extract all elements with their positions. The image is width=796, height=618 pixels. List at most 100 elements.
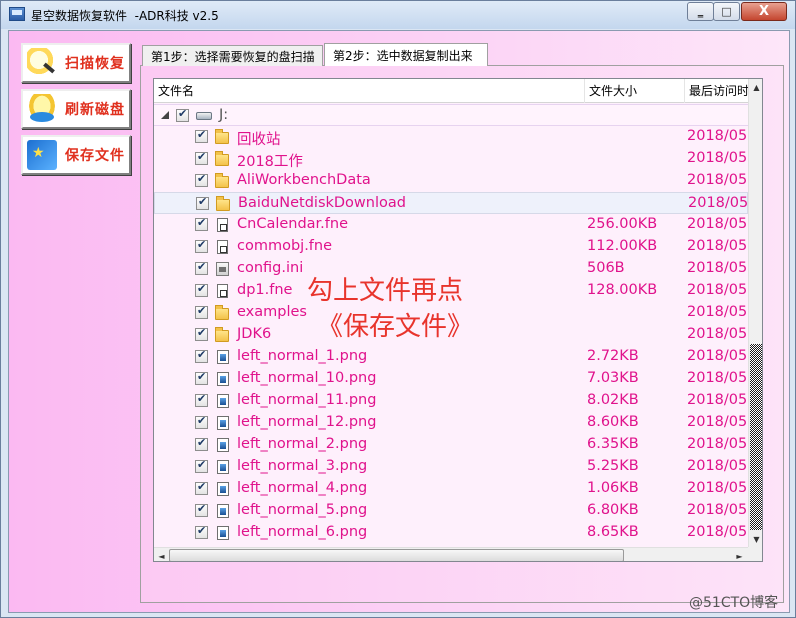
file-name: left_normal_6.png (237, 524, 368, 540)
annotation-line-2: 《保存文件》 (317, 312, 474, 342)
file-time: 2018/05 (687, 282, 748, 298)
file-row[interactable]: left_normal_12.png 8.60KB 2018/05 (154, 412, 748, 434)
file-size: 2.72KB (587, 348, 639, 364)
file-size: 8.60KB (587, 414, 639, 430)
file-name: left_normal_4.png (237, 480, 368, 496)
file-name: 2018工作 (237, 154, 303, 170)
row-checkbox[interactable] (196, 195, 209, 210)
title-bar[interactable]: 星空数据恢复软件 -ADR科技 v2.5 ‗ □ X (1, 1, 795, 29)
save-file-icon (27, 140, 57, 170)
file-time: 2018/05 (687, 524, 748, 540)
file-time: 2018/05 (687, 502, 748, 518)
file-name: left_normal_10.png (237, 370, 377, 386)
close-button[interactable]: X (741, 2, 787, 21)
file-size: 128.00KB (587, 282, 658, 298)
file-row[interactable]: left_normal_11.png 8.02KB 2018/05 (154, 390, 748, 412)
row-checkbox[interactable] (195, 282, 208, 297)
row-checkbox[interactable] (195, 238, 208, 253)
drive-checkbox[interactable] (176, 107, 189, 122)
image-file-icon (217, 350, 229, 364)
drive-row[interactable]: J: (154, 104, 748, 126)
file-time: 2018/05 (688, 195, 749, 211)
collapse-arrow-icon[interactable] (161, 111, 169, 119)
column-header-name[interactable]: 文件名 (154, 79, 584, 103)
horizontal-scrollbar[interactable]: ◄ ► (154, 547, 748, 561)
image-file-icon (217, 416, 229, 430)
file-row[interactable]: BaiduNetdiskDownload 2018/05 (154, 192, 748, 214)
file-row[interactable]: AliWorkbenchData 2018/05 (154, 170, 748, 192)
file-row[interactable]: left_normal_5.png 6.80KB 2018/05 (154, 500, 748, 522)
file-time: 2018/05 (687, 348, 748, 364)
horizontal-scroll-thumb[interactable] (169, 549, 624, 561)
file-time: 2018/05 (687, 238, 748, 254)
file-time: 2018/05 (687, 370, 748, 386)
row-checkbox[interactable] (195, 304, 208, 319)
row-checkbox[interactable] (195, 392, 208, 407)
file-icon (217, 284, 228, 298)
maximize-button[interactable]: □ (713, 2, 740, 21)
file-size: 8.02KB (587, 392, 639, 408)
file-row[interactable]: left_normal_4.png 1.06KB 2018/05 (154, 478, 748, 500)
column-header-time[interactable]: 最后访问时间 (684, 79, 748, 103)
vertical-scroll-thumb[interactable] (750, 344, 762, 530)
file-name: JDK6 (237, 326, 272, 342)
settings-file-icon (216, 262, 229, 276)
file-name: config.ini (237, 260, 304, 276)
file-row[interactable]: left_normal_6.png 8.65KB 2018/05 (154, 522, 748, 544)
annotation-line-1: 勾上文件再点 (307, 276, 464, 306)
row-checkbox[interactable] (195, 348, 208, 363)
file-size: 7.03KB (587, 370, 639, 386)
file-name: BaiduNetdiskDownload (238, 195, 406, 211)
folder-icon (216, 196, 230, 211)
tab-step2-copy[interactable]: 第2步：选中数据复制出来 (324, 43, 488, 66)
row-checkbox[interactable] (195, 216, 208, 231)
row-checkbox[interactable] (195, 502, 208, 517)
file-row[interactable]: commobj.fne 112.00KB 2018/05 (154, 236, 748, 258)
vertical-scrollbar[interactable]: ▲ ▼ (748, 79, 762, 547)
list-header: 文件名 文件大小 最后访问时间 (154, 79, 748, 103)
row-checkbox[interactable] (195, 436, 208, 451)
row-checkbox[interactable] (195, 128, 208, 143)
file-row[interactable]: left_normal_10.png 7.03KB 2018/05 (154, 368, 748, 390)
row-checkbox[interactable] (195, 150, 208, 165)
file-time: 2018/05 (687, 458, 748, 474)
file-row[interactable]: 2018工作 2018/05 (154, 148, 748, 170)
file-name: left_normal_12.png (237, 414, 377, 430)
image-file-icon (217, 526, 229, 540)
scroll-up-arrow-icon[interactable]: ▲ (749, 79, 762, 95)
row-checkbox[interactable] (195, 524, 208, 539)
row-checkbox[interactable] (195, 260, 208, 275)
save-file-button[interactable]: 保存文件 (21, 135, 131, 175)
file-size: 5.25KB (587, 458, 639, 474)
column-header-size[interactable]: 文件大小 (584, 79, 684, 103)
file-name: AliWorkbenchData (237, 172, 371, 188)
row-checkbox[interactable] (195, 458, 208, 473)
file-icon (217, 240, 228, 254)
scroll-right-arrow-icon[interactable]: ► (732, 548, 747, 561)
minimize-button[interactable]: ‗ (687, 2, 714, 21)
file-size: 8.65KB (587, 524, 639, 540)
file-size: 6.80KB (587, 502, 639, 518)
file-time: 2018/05 (687, 172, 748, 188)
image-file-icon (217, 438, 229, 452)
file-name: CnCalendar.fne (237, 216, 349, 232)
row-checkbox[interactable] (195, 326, 208, 341)
file-row[interactable]: 回收站 2018/05 (154, 126, 748, 148)
row-checkbox[interactable] (195, 172, 208, 187)
scroll-left-arrow-icon[interactable]: ◄ (154, 548, 169, 561)
scroll-down-arrow-icon[interactable]: ▼ (749, 531, 762, 547)
file-row[interactable]: left_normal_2.png 6.35KB 2018/05 (154, 434, 748, 456)
file-row[interactable]: left_normal_1.png 2.72KB 2018/05 (154, 346, 748, 368)
file-row[interactable]: CnCalendar.fne 256.00KB 2018/05 (154, 214, 748, 236)
row-checkbox[interactable] (195, 370, 208, 385)
row-checkbox[interactable] (195, 414, 208, 429)
refresh-disk-button[interactable]: 刷新磁盘 (21, 89, 131, 129)
tab-step1-scan[interactable]: 第1步：选择需要恢复的盘扫描 (142, 45, 323, 66)
image-file-icon (217, 482, 229, 496)
scan-recover-button[interactable]: 扫描恢复 (21, 43, 131, 83)
image-file-icon (217, 504, 229, 518)
file-time: 2018/05 (687, 414, 748, 430)
file-row[interactable]: left_normal_3.png 5.25KB 2018/05 (154, 456, 748, 478)
file-time: 2018/05 (687, 128, 748, 144)
row-checkbox[interactable] (195, 480, 208, 495)
